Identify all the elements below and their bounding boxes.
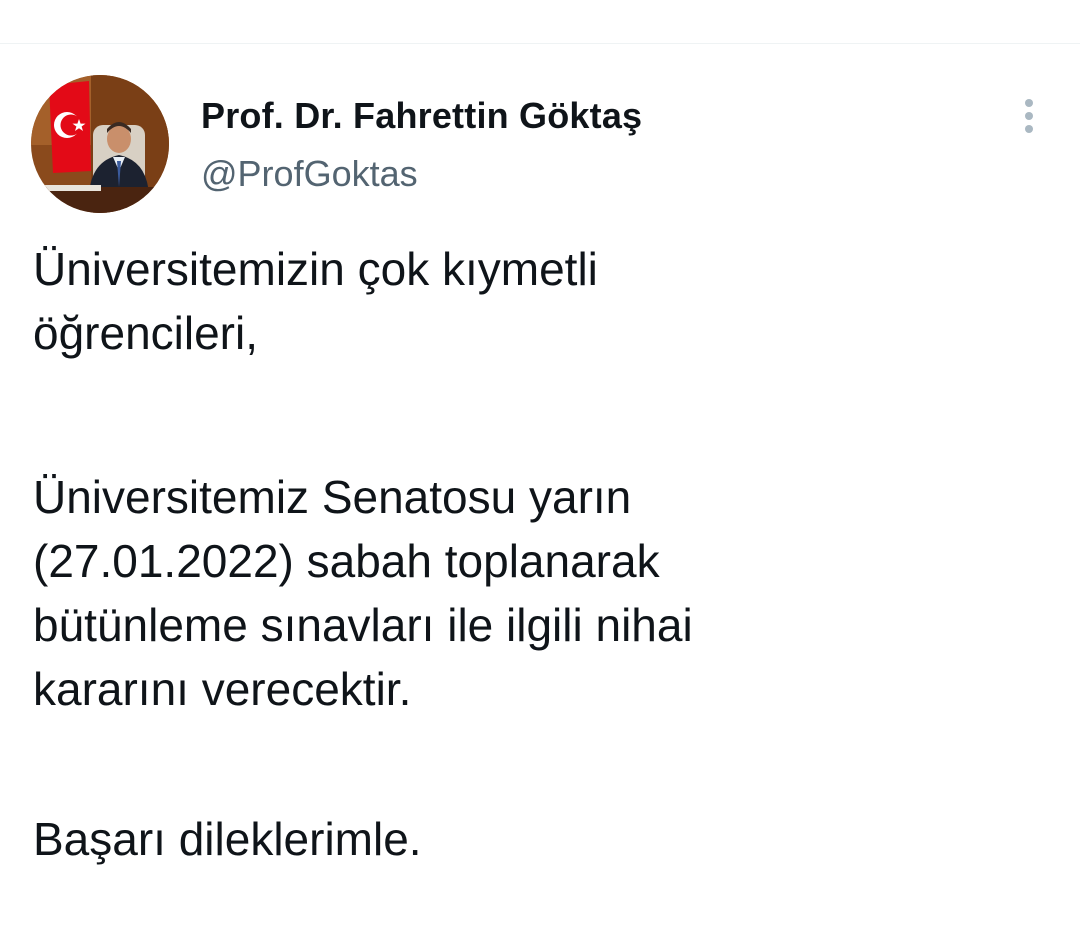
tweet-paragraph-announcement: Üniversitemiz Senatosu yarın (27.01.2022… (33, 471, 693, 715)
author-display-name[interactable]: Prof. Dr. Fahrettin Göktaş (201, 94, 642, 138)
twitter-page: Prof. Dr. Fahrettin Göktaş @ProfGoktas Ü… (0, 0, 1080, 926)
more-dot (1025, 125, 1033, 133)
tweet-card[interactable]: Prof. Dr. Fahrettin Göktaş @ProfGoktas Ü… (0, 44, 1080, 926)
avatar[interactable] (31, 75, 169, 213)
tweet-text: Üniversitemizin çok kıymetli öğrencileri… (33, 237, 1043, 871)
tweet-paragraph-greeting: Üniversitemizin çok kıymetli öğrencileri… (33, 243, 598, 359)
author-handle[interactable]: @ProfGoktas (201, 152, 418, 196)
profile-photo (31, 75, 169, 213)
more-dot (1025, 112, 1033, 120)
more-options-icon[interactable] (1008, 94, 1050, 138)
tweet-paragraph-closing: Başarı dileklerimle. (33, 813, 422, 865)
more-dot (1025, 99, 1033, 107)
